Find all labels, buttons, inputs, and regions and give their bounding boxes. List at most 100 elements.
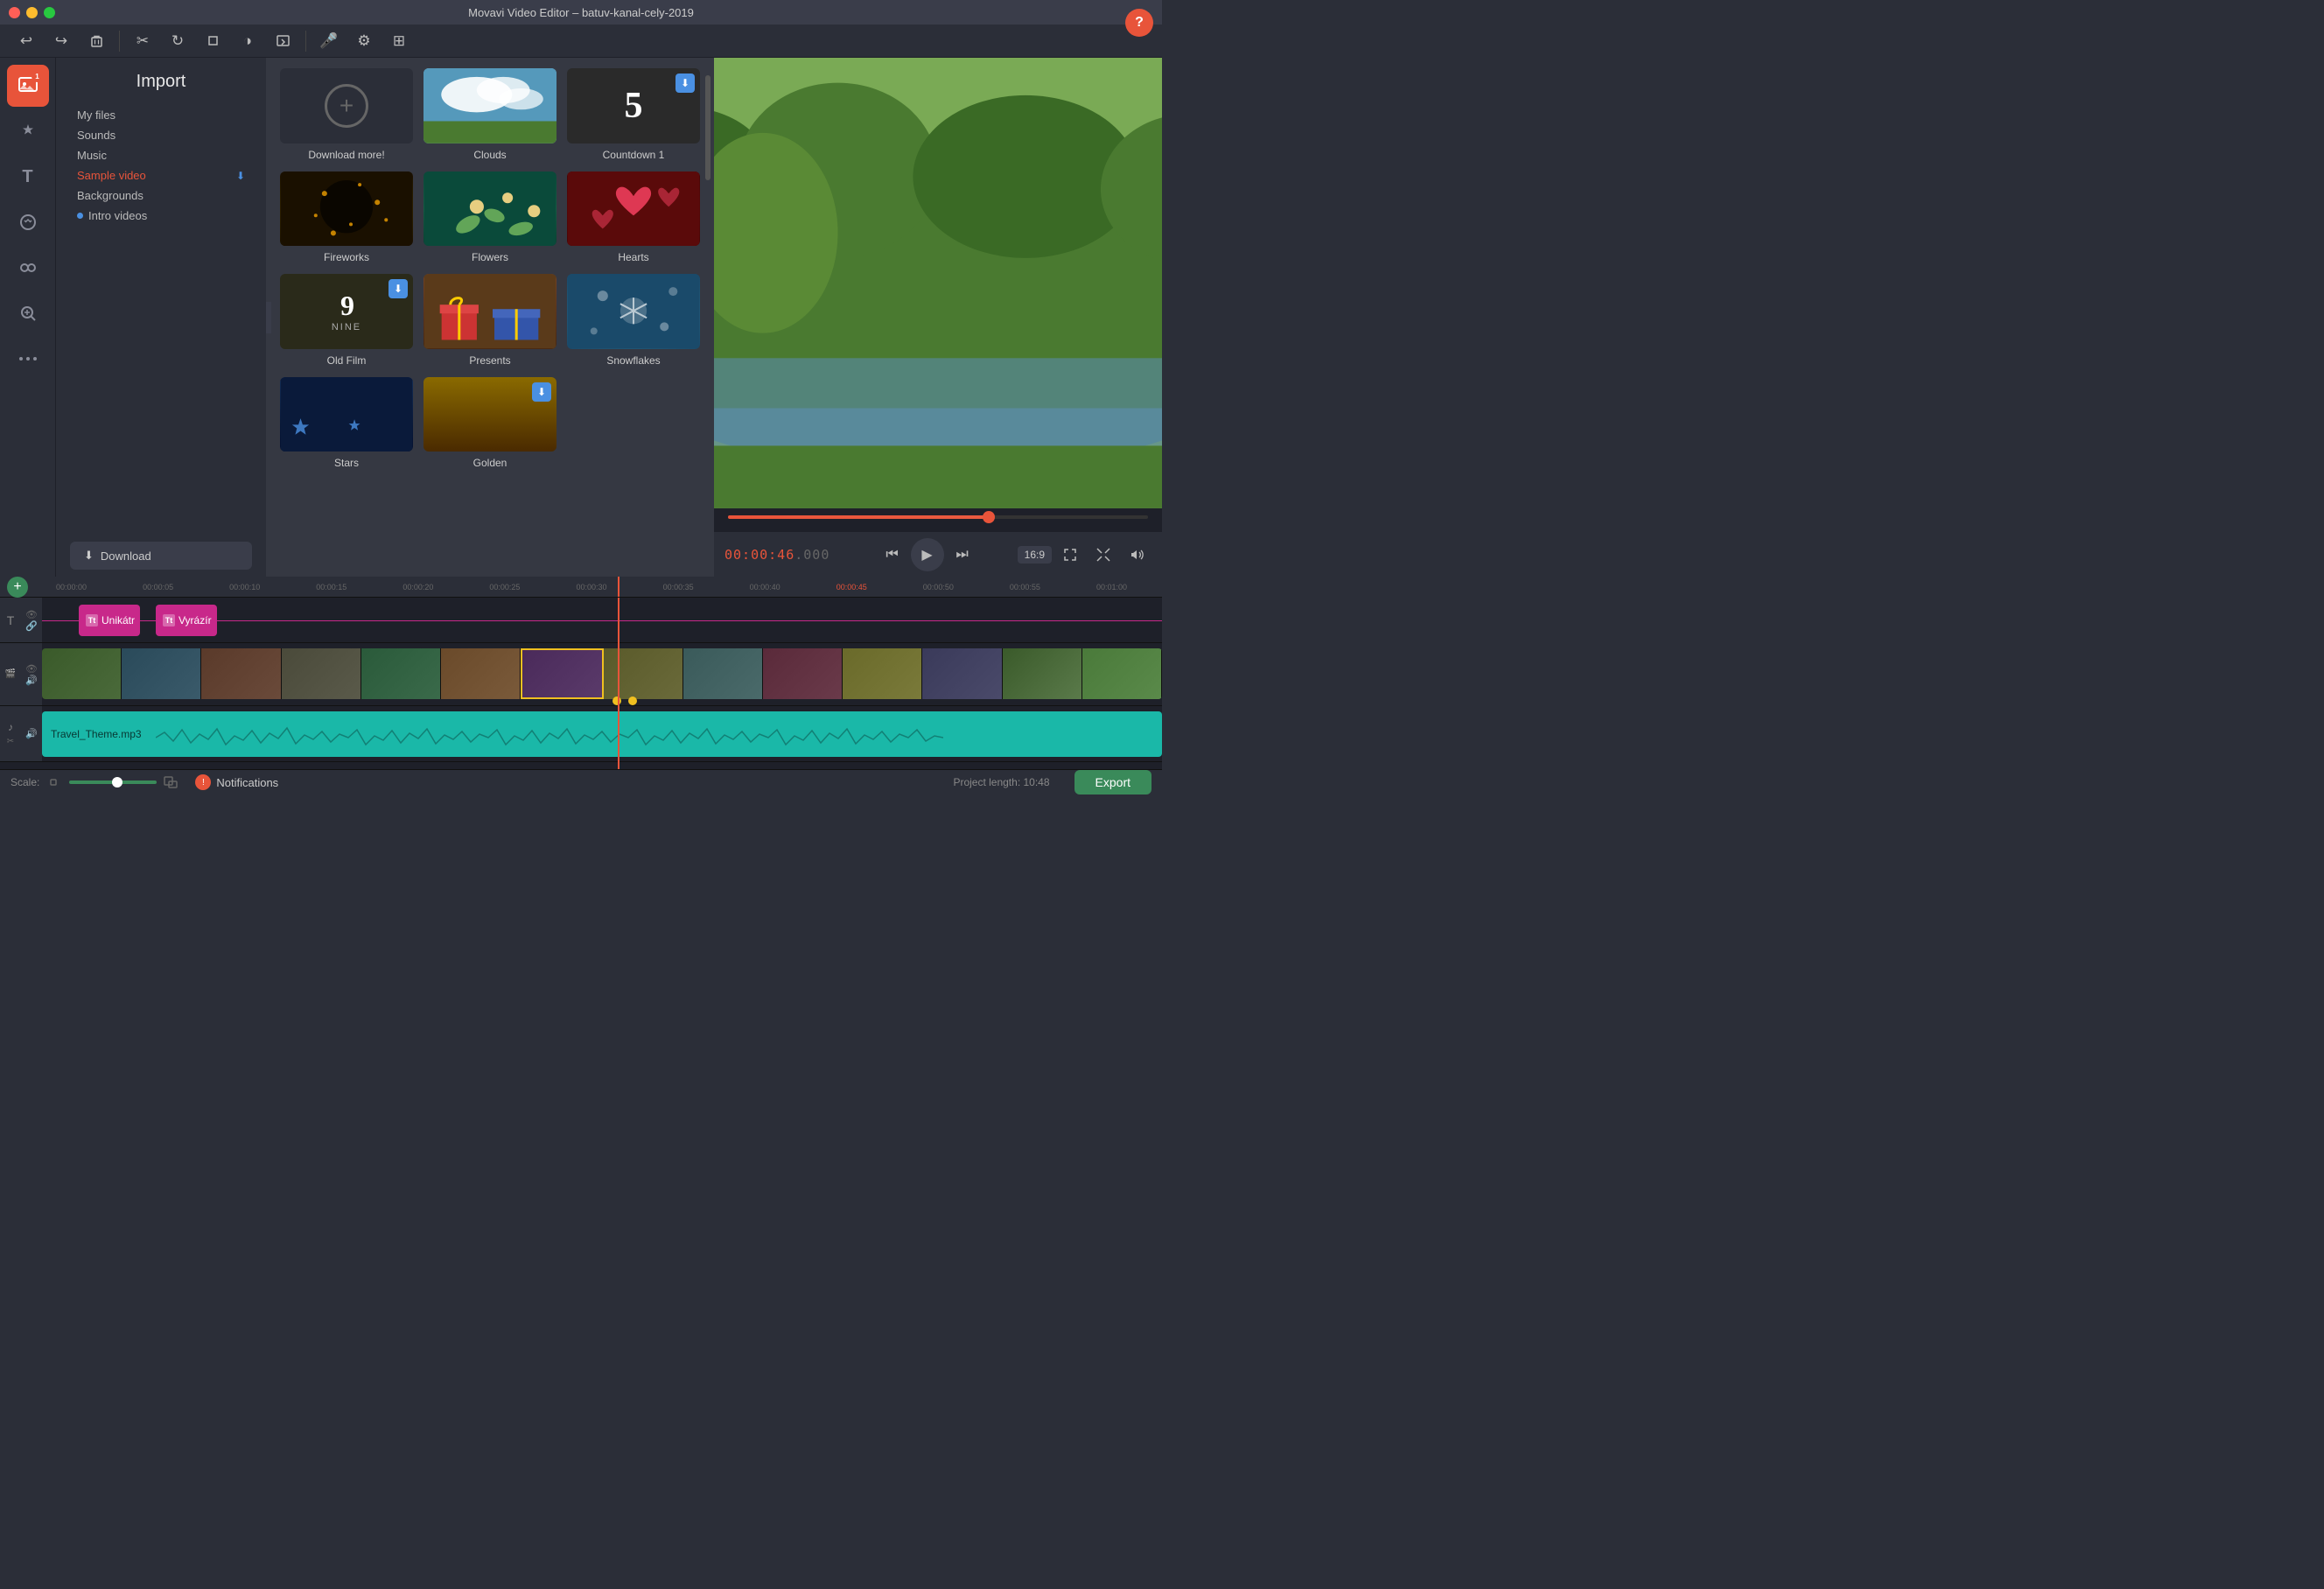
clouds-thumb xyxy=(424,68,556,144)
media-scrollbar[interactable] xyxy=(705,58,710,577)
film-frame-7 xyxy=(521,648,603,699)
add-track-button[interactable]: + xyxy=(7,577,28,598)
audio-track-icon: ♪ xyxy=(8,721,13,733)
sidebar-item-import[interactable]: 1 xyxy=(7,65,49,107)
sidebar-item-more[interactable] xyxy=(7,338,49,380)
audio-track-row: ♪ ✂ 🔊 Travel_Theme.mp3 // Generate wavef… xyxy=(0,706,1162,762)
media-item-hearts[interactable]: ⬇ Hearts xyxy=(567,172,700,264)
text-track-row: T 👁 🔗 Tt Unikátr Tt xyxy=(0,598,1162,643)
video-track-icon: 🎬 xyxy=(5,669,16,679)
toolbar-separator-2 xyxy=(305,31,306,52)
edit-toolbar: ↩ ↪ ✂ ↻ ◑ 🎤 ⚙ ⊞ xyxy=(0,24,1162,58)
countdown-download-icon[interactable]: ⬇ xyxy=(676,74,695,93)
window-title: Movavi Video Editor – batuv-kanal-cely-2… xyxy=(468,6,694,19)
export-clip-button[interactable] xyxy=(267,25,298,57)
collapse-panel-button[interactable]: ‹ xyxy=(266,302,271,333)
redo-button[interactable]: ↪ xyxy=(46,25,77,57)
import-nav: My files Sounds Music Sample video ⬇ Bac… xyxy=(56,102,266,228)
film-frame-6 xyxy=(441,648,521,699)
stars-label: Stars xyxy=(334,457,359,469)
text-clip-unikátr[interactable]: Tt Unikátr xyxy=(79,605,140,636)
text-track-controls: 👁 🔗 xyxy=(21,598,42,642)
media-item-countdown[interactable]: ⬇ 5 Countdown 1 xyxy=(567,68,700,161)
media-item-golden[interactable]: ⬇ Golden xyxy=(424,377,556,470)
sidebar-item-effects[interactable] xyxy=(7,110,49,152)
notifications-button[interactable]: ! Notifications xyxy=(188,771,285,794)
timeline-area: + 00:00:00 00:00:05 00:00:10 00:00:15 00… xyxy=(0,577,1162,769)
delete-button[interactable] xyxy=(80,25,112,57)
nav-intro-videos[interactable]: Intro videos xyxy=(70,206,252,225)
audio-record-button[interactable]: 🎤 xyxy=(313,25,345,57)
ruler-mark-9: 00:00:45 xyxy=(808,583,895,592)
nav-sample-video[interactable]: Sample video ⬇ xyxy=(70,166,252,185)
nav-music[interactable]: Music xyxy=(70,146,252,164)
sidebar-item-text[interactable]: T xyxy=(7,156,49,198)
skip-back-button[interactable]: ⏮ xyxy=(878,540,907,570)
nav-my-files[interactable]: My files xyxy=(70,106,252,124)
fullscreen-preview-button[interactable] xyxy=(1055,540,1085,570)
old-film-download-icon[interactable]: ⬇ xyxy=(388,279,408,298)
video-track-content[interactable] xyxy=(42,643,1162,705)
close-button[interactable] xyxy=(9,7,20,18)
audio-track-icon-2: ✂ xyxy=(7,737,14,746)
cut-button[interactable]: ✂ xyxy=(127,25,158,57)
text-track-content: Tt Unikátr Tt Vyrázír xyxy=(42,598,1162,642)
volume-button[interactable] xyxy=(1122,540,1152,570)
film-frame-13 xyxy=(1003,648,1082,699)
preview-video xyxy=(714,58,1162,508)
media-item-download-more[interactable]: + Download more! xyxy=(280,68,413,161)
color-button[interactable]: ◑ xyxy=(232,25,263,57)
rotate-button[interactable]: ↻ xyxy=(162,25,193,57)
audio-track-visibility[interactable]: 🔊 xyxy=(25,728,38,739)
settings-button[interactable]: ⚙ xyxy=(348,25,380,57)
media-item-stars[interactable]: ⬇ Stars xyxy=(280,377,413,470)
film-frame-14 xyxy=(1082,648,1162,699)
help-button[interactable]: ? xyxy=(1125,9,1153,37)
video-track-visibility[interactable]: 👁 xyxy=(25,663,38,675)
nav-sounds[interactable]: Sounds xyxy=(70,126,252,144)
media-item-clouds[interactable]: Clouds xyxy=(424,68,556,161)
skip-forward-button[interactable]: ⏭ xyxy=(948,540,977,570)
fireworks-label: Fireworks xyxy=(324,251,369,263)
project-length: Project length: 10:48 xyxy=(953,776,1049,788)
crop-button[interactable] xyxy=(197,25,228,57)
video-track-audio[interactable]: 🔊 xyxy=(25,675,38,686)
media-scrollbar-thumb[interactable] xyxy=(705,75,710,180)
progress-bar[interactable] xyxy=(728,515,1148,519)
scale-slider[interactable] xyxy=(69,780,157,784)
media-item-presents[interactable]: ⬇ Present xyxy=(424,274,556,367)
sidebar-item-transitions[interactable] xyxy=(7,247,49,289)
expand-button[interactable] xyxy=(1088,540,1118,570)
golden-download-icon[interactable]: ⬇ xyxy=(532,382,551,402)
bottom-bar: Scale: ! Notifications Project length: 1… xyxy=(0,769,1162,794)
fireworks-thumb: ⬇ xyxy=(280,172,413,247)
sidebar-item-stickers[interactable] xyxy=(7,201,49,243)
scale-slider-thumb[interactable] xyxy=(112,777,122,788)
play-button[interactable]: ▶ xyxy=(911,538,944,571)
audio-track-content[interactable]: Travel_Theme.mp3 // Generate waveform ba… xyxy=(42,706,1162,761)
sidebar-item-zoom[interactable] xyxy=(7,292,49,334)
nav-backgrounds[interactable]: Backgrounds xyxy=(70,186,252,205)
text-track-link[interactable]: 🔗 xyxy=(25,620,38,632)
film-frame-1 xyxy=(42,648,122,699)
maximize-button[interactable] xyxy=(44,7,55,18)
ruler-mark-3: 00:00:15 xyxy=(288,583,374,592)
media-item-snowflakes[interactable]: ⬇ xyxy=(567,274,700,367)
download-button[interactable]: ⬇ Download xyxy=(70,542,252,570)
aspect-ratio-badge[interactable]: 16:9 xyxy=(1018,546,1052,564)
video-track-row: 🎬 👁 🔊 xyxy=(0,643,1162,706)
media-item-fireworks[interactable]: ⬇ xyxy=(280,172,413,264)
media-item-flowers[interactable]: ⬇ xyxy=(424,172,556,264)
text-clip-vyrázír[interactable]: Tt Vyrázír xyxy=(156,605,217,636)
transport-bar: 00:00:46.000 ⏮ ▶ ⏭ 16:9 xyxy=(714,531,1162,577)
media-item-old-film[interactable]: ⬇ 9 NINE Old Film xyxy=(280,274,413,367)
undo-button[interactable]: ↩ xyxy=(10,25,42,57)
export-button[interactable]: Export xyxy=(1074,770,1152,794)
progress-thumb[interactable] xyxy=(983,511,995,523)
minimize-button[interactable] xyxy=(26,7,38,18)
download-more-thumb: + xyxy=(280,68,413,144)
ruler-mark-7: 00:00:35 xyxy=(635,583,722,592)
more-tools-button[interactable]: ⊞ xyxy=(383,25,415,57)
text-track-visibility[interactable]: 👁 xyxy=(25,609,38,620)
sample-video-download-icon[interactable]: ⬇ xyxy=(236,170,245,182)
